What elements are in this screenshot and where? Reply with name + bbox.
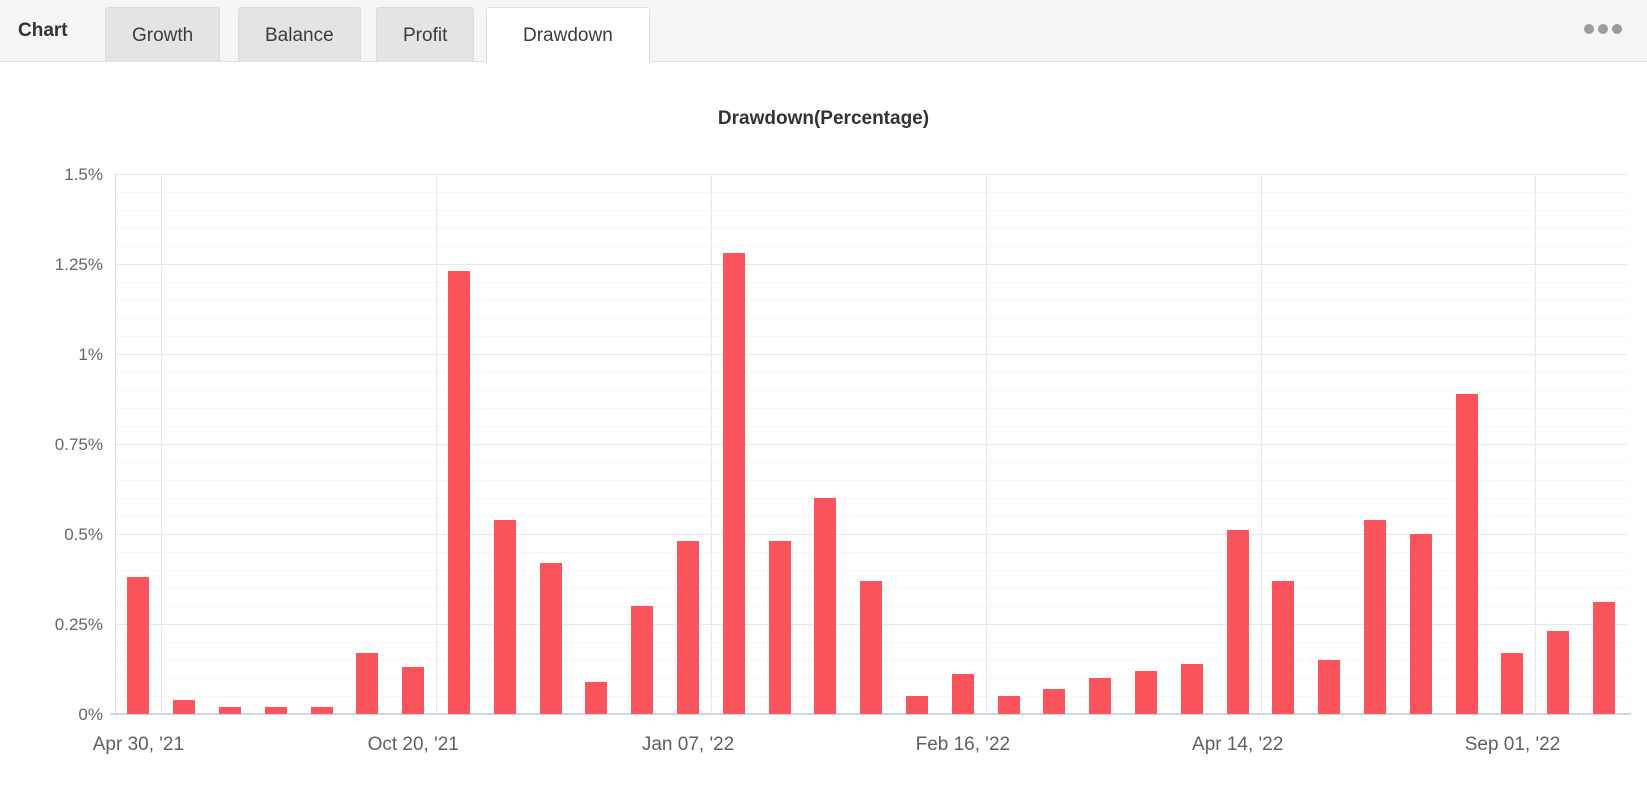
gridline — [161, 174, 163, 714]
gridline — [115, 192, 1627, 193]
chart-bar[interactable] — [1364, 520, 1387, 714]
chart-bar[interactable] — [814, 498, 837, 714]
chart-bar[interactable] — [585, 682, 608, 714]
gridline — [710, 174, 712, 714]
chart-bar[interactable] — [402, 667, 425, 714]
y-axis-tick-label: 1% — [78, 345, 103, 364]
gridline — [115, 336, 1627, 337]
y-axis-tick-label: 0.25% — [54, 615, 103, 634]
chart-bar[interactable] — [1455, 394, 1478, 714]
gridline — [115, 570, 1627, 571]
gridline — [115, 174, 1627, 175]
chart-bar[interactable] — [1409, 534, 1432, 714]
tab-growth[interactable]: Growth — [105, 7, 221, 63]
gridline — [115, 534, 1627, 535]
tab-balance[interactable]: Balance — [238, 7, 361, 63]
gridline — [115, 552, 1627, 553]
gridline — [115, 228, 1627, 229]
chart-bar[interactable] — [677, 541, 700, 714]
gridline — [115, 318, 1627, 319]
chart-bar[interactable] — [1043, 689, 1066, 714]
chart-bar[interactable] — [173, 700, 196, 714]
chart-bar[interactable] — [951, 674, 974, 714]
chart-bar[interactable] — [768, 541, 791, 714]
gridline — [115, 516, 1627, 517]
chart-bar[interactable] — [1547, 631, 1570, 714]
gridline — [115, 408, 1627, 409]
x-axis-tick-label: Feb 16, '22 — [915, 734, 1011, 755]
chart-bar[interactable] — [219, 707, 241, 714]
gridline — [115, 282, 1627, 283]
gridline — [115, 246, 1627, 247]
y-axis-tick-label: 0.5% — [64, 525, 103, 544]
gridline — [115, 480, 1627, 481]
gridline — [115, 498, 1627, 499]
y-axis-tick-label: 0.75% — [54, 435, 103, 454]
x-axis-tick-label: Sep 01, '22 — [1464, 734, 1561, 755]
tab-bar-title: Chart — [18, 20, 68, 41]
chart-bar[interactable] — [1226, 530, 1249, 714]
chart-bar[interactable] — [310, 707, 333, 714]
chart-bar[interactable] — [1272, 581, 1295, 714]
gridline — [115, 372, 1627, 373]
y-axis-tick-label: 0% — [78, 705, 103, 724]
gridline — [115, 444, 1627, 445]
gridline — [115, 390, 1627, 391]
chart-bar[interactable] — [631, 606, 654, 714]
chart-bar[interactable] — [264, 707, 287, 714]
gridline — [115, 264, 1627, 265]
chart-bar[interactable] — [1593, 602, 1616, 714]
tab-profit[interactable]: Profit — [376, 7, 475, 63]
drawdown-chart: Drawdown(Percentage) 0% 0.25% 0.5% 0.75% 1% 1… — [0, 62, 1647, 803]
chart-bar[interactable] — [1318, 660, 1341, 714]
gridline — [436, 174, 438, 714]
gridline — [115, 426, 1627, 427]
gridline — [115, 300, 1627, 301]
gridline — [1260, 174, 1262, 714]
chart-bar[interactable] — [448, 271, 471, 714]
y-axis-tick-label: 1.5% — [64, 165, 103, 184]
gridline — [1535, 174, 1537, 714]
chart-bar[interactable] — [356, 653, 379, 714]
ellipsis-icon[interactable] — [1584, 24, 1622, 34]
chart-bar[interactable] — [997, 696, 1020, 714]
x-axis-tick-label: Jan 07, '22 — [641, 734, 735, 755]
chart-bar[interactable] — [1135, 671, 1158, 714]
gridline — [985, 174, 987, 714]
tab-bar: Chart Growth Balance Profit Drawdown — [0, 0, 1647, 64]
chart-bar[interactable] — [722, 253, 745, 714]
x-axis-tick-label: Oct 20, '21 — [367, 734, 459, 755]
chart-bar[interactable] — [493, 520, 516, 714]
chart-bar[interactable] — [1089, 678, 1112, 714]
y-axis-line — [115, 174, 116, 714]
chart-bar[interactable] — [539, 563, 562, 714]
chart-bar[interactable] — [1180, 664, 1203, 714]
x-axis-tick-label: Apr 30, '21 — [92, 734, 185, 755]
chart-bar[interactable] — [127, 577, 150, 714]
y-axis-tick-label: 1.25% — [54, 255, 103, 274]
gridline — [115, 354, 1627, 355]
chart-bar[interactable] — [860, 581, 883, 714]
tab-drawdown[interactable]: Drawdown — [486, 7, 650, 64]
gridline — [115, 462, 1627, 463]
chart-bar[interactable] — [1501, 653, 1524, 714]
x-axis-tick-label: Apr 14, '22 — [1192, 734, 1284, 755]
gridline — [115, 210, 1627, 211]
chart-bar[interactable] — [906, 696, 929, 714]
chart-title: Drawdown(Percentage) — [717, 108, 930, 129]
